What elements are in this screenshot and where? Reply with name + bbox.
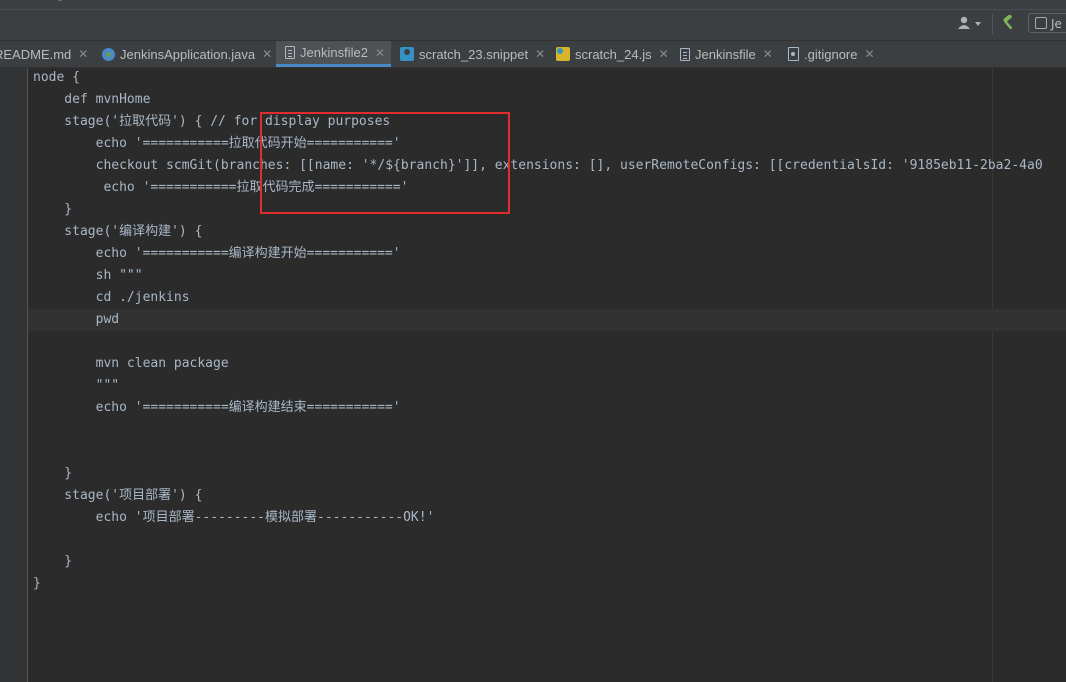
code-line-text: node { — [33, 70, 80, 85]
tab-label: README.md — [0, 46, 72, 62]
tab-scratch-23[interactable]: scratch_23.snippet ✕ — [400, 41, 545, 67]
code-line[interactable] — [28, 441, 1066, 463]
config-icon — [1035, 17, 1047, 29]
tab-jenkinsfile[interactable]: Jenkinsfile ✕ — [680, 41, 773, 67]
collapsed-icon: ┘ — [58, 0, 65, 7]
close-icon[interactable]: ✕ — [763, 47, 773, 61]
code-line[interactable] — [28, 331, 1066, 353]
code-line[interactable]: checkout scmGit(branches: [[name: '*/${b… — [28, 155, 1066, 177]
close-icon[interactable]: ✕ — [864, 47, 874, 61]
run-configuration-selector[interactable]: Je — [1028, 13, 1066, 33]
code-line[interactable]: echo '===========编译构建开始===========' — [28, 243, 1066, 265]
code-line[interactable] — [28, 419, 1066, 441]
tab-label: scratch_23.snippet — [419, 46, 529, 62]
line-gutter[interactable] — [0, 68, 28, 682]
run-config-label: Je — [1051, 17, 1062, 31]
code-line-text: pwd — [33, 312, 120, 327]
tab-label: Jenkinsfile — [695, 46, 756, 62]
code-line-text: echo '===========编译构建开始===========' — [33, 246, 401, 261]
close-icon[interactable]: ✕ — [78, 47, 88, 61]
code-line[interactable]: } — [28, 463, 1066, 485]
code-line-text: mvn clean package — [33, 356, 229, 371]
js-scratch-icon — [556, 47, 570, 61]
gitignore-icon — [788, 47, 799, 61]
file-icon — [285, 46, 295, 59]
code-line-text: echo '===========拉取代码开始===========' — [33, 136, 401, 151]
scratch-icon — [400, 47, 414, 61]
code-line[interactable]: echo '项目部署---------模拟部署-----------OK!' — [28, 507, 1066, 529]
code-line-text: } — [33, 466, 73, 481]
code-line-text: echo '项目部署---------模拟部署-----------OK!' — [33, 510, 435, 525]
code-line[interactable]: stage('拉取代码') { // for display purposes — [28, 111, 1066, 133]
code-line[interactable]: echo '===========编译构建结束===========' — [28, 397, 1066, 419]
code-line-text: def mvnHome — [33, 92, 151, 107]
file-icon — [680, 47, 690, 61]
code-line-text: } — [33, 202, 73, 217]
code-line[interactable]: sh """ — [28, 265, 1066, 287]
close-icon[interactable]: ✕ — [535, 47, 545, 61]
code-line[interactable] — [28, 529, 1066, 551]
code-line[interactable]: node { — [28, 68, 1066, 89]
tab-jenkinsfile2[interactable]: Jenkinsfile2 ✕ — [276, 41, 391, 67]
code-line[interactable]: """ — [28, 375, 1066, 397]
code-line[interactable]: stage('编译构建') { — [28, 221, 1066, 243]
code-line-text: stage('编译构建') { — [33, 224, 203, 239]
editor-tabs: README.md ✕ JenkinsApplication.java ✕ Je… — [0, 41, 1066, 68]
code-line[interactable]: echo '===========拉取代码完成===========' — [28, 177, 1066, 199]
tab-label: scratch_24.js — [575, 46, 652, 62]
code-line-text: } — [33, 554, 73, 569]
code-line-text: """ — [33, 378, 120, 393]
tab-label: .gitignore — [804, 46, 858, 62]
tab-gitignore[interactable]: .gitignore ✕ — [788, 41, 875, 67]
code-line-text: cd ./jenkins — [33, 290, 190, 305]
code-line[interactable]: } — [28, 199, 1066, 221]
code-line[interactable]: stage('项目部署') { — [28, 485, 1066, 507]
code-line-text: stage('项目部署') { — [33, 488, 203, 503]
code-line[interactable]: cd ./jenkins — [28, 287, 1066, 309]
close-icon[interactable]: ✕ — [375, 46, 385, 60]
code-line[interactable]: mvn clean package — [28, 353, 1066, 375]
close-icon[interactable]: ✕ — [262, 47, 272, 61]
code-editor[interactable]: node { def mvnHome stage('拉取代码') { // fo… — [28, 68, 1066, 682]
tab-label: Jenkinsfile2 — [300, 45, 368, 60]
code-line[interactable]: def mvnHome — [28, 89, 1066, 111]
code-line-text: stage('拉取代码') { // for display purposes — [33, 114, 391, 129]
code-line-text: echo '===========拉取代码完成===========' — [33, 180, 409, 195]
toolbar-separator — [992, 14, 993, 34]
tab-jenkins-application[interactable]: JenkinsApplication.java ✕ — [102, 41, 272, 67]
code-line[interactable]: } — [28, 551, 1066, 573]
spring-class-icon — [102, 47, 115, 61]
tab-scratch-24[interactable]: scratch_24.js ✕ — [556, 41, 669, 67]
code-line-text: checkout scmGit(branches: [[name: '*/${b… — [33, 158, 1043, 173]
code-line-text: sh """ — [33, 268, 143, 283]
code-line[interactable]: echo '===========拉取代码开始===========' — [28, 133, 1066, 155]
code-line[interactable]: pwd — [28, 309, 1066, 331]
title-strip: ┘ — [0, 0, 1066, 10]
code-line-text: echo '===========编译构建结束===========' — [33, 400, 401, 415]
code-line[interactable]: } — [28, 573, 1066, 595]
user-icon[interactable] — [958, 14, 984, 32]
hammer-icon[interactable] — [1000, 14, 1016, 32]
code-line-text: } — [33, 576, 41, 591]
tab-label: JenkinsApplication.java — [120, 46, 256, 62]
top-toolbar: ┘ Je — [0, 0, 1066, 41]
tab-readme[interactable]: README.md ✕ — [0, 41, 88, 67]
close-icon[interactable]: ✕ — [659, 47, 669, 61]
